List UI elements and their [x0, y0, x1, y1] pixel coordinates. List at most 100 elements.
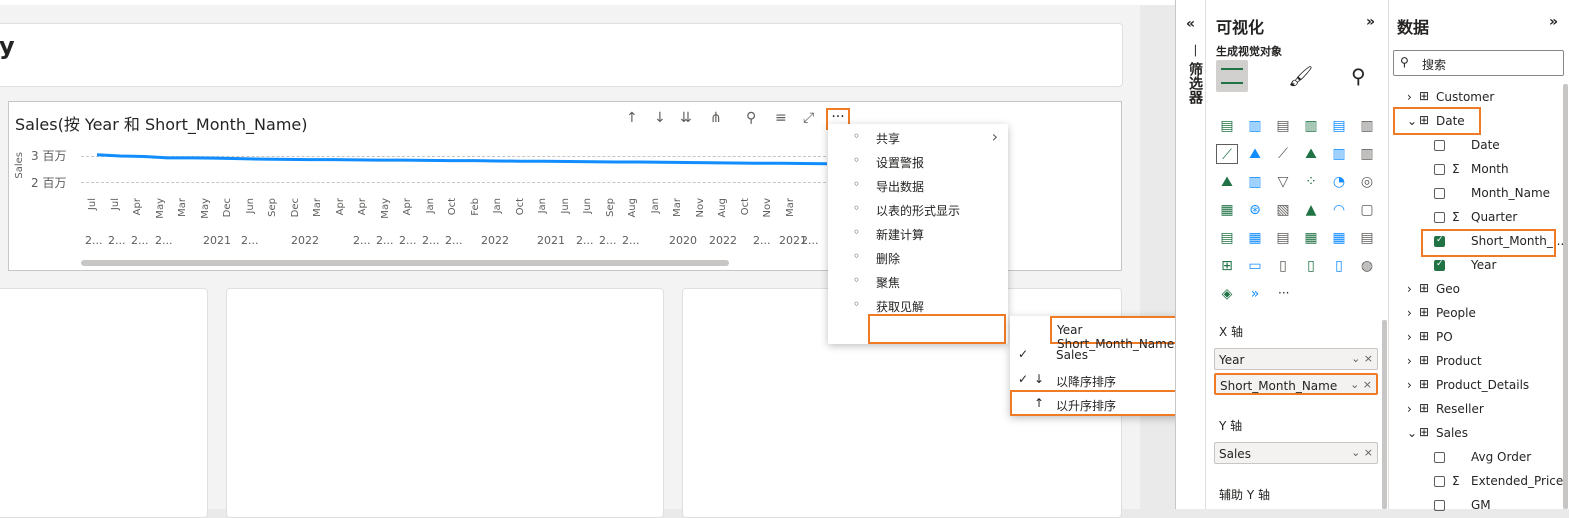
- expand-icon[interactable]: »: [1366, 14, 1375, 30]
- field-checkbox[interactable]: [1434, 188, 1445, 199]
- visual-type-icon[interactable]: ▭: [1244, 256, 1266, 276]
- empty-visual[interactable]: [226, 288, 664, 518]
- chevron-right-icon[interactable]: ›: [1407, 282, 1412, 296]
- search-input[interactable]: 搜索: [1422, 56, 1446, 73]
- visual-type-icon[interactable]: ▧: [1272, 200, 1294, 220]
- remove-field-icon[interactable]: ⌄ ×: [1351, 352, 1373, 365]
- visual-type-icon[interactable]: ▤: [1272, 116, 1294, 136]
- field-checkbox[interactable]: [1434, 164, 1445, 175]
- visual-type-icon[interactable]: ◍: [1356, 256, 1378, 276]
- menu-item-label: 新建计算: [876, 228, 925, 242]
- expand-icon[interactable]: »: [1549, 14, 1558, 30]
- chevron-right-icon[interactable]: ›: [1407, 354, 1412, 368]
- visual-type-icon[interactable]: ▯: [1300, 256, 1322, 276]
- visual-type-icon[interactable]: ⁘: [1300, 172, 1322, 192]
- visual-type-icon[interactable]: ▢: [1356, 200, 1378, 220]
- format-visual-icon[interactable]: 🖌: [1288, 64, 1313, 88]
- visual-type-icon[interactable]: ⊞: [1216, 256, 1238, 276]
- title-card[interactable]: y: [0, 23, 1123, 87]
- sales-sort-option[interactable]: Sales: [1056, 348, 1088, 362]
- remove-field-icon[interactable]: ⌄ ×: [1350, 378, 1372, 391]
- analytics-icon[interactable]: ⚲: [1351, 64, 1366, 88]
- x-axis-field-short-month[interactable]: Short_Month_Name ⌄ ×: [1214, 373, 1378, 395]
- menu-item-5[interactable]: ◦ 删除: [828, 246, 1008, 270]
- field-checkbox[interactable]: [1434, 452, 1445, 463]
- visual-type-icon[interactable]: ⛰: [1244, 144, 1266, 164]
- visual-type-icon[interactable]: ▤: [1216, 228, 1238, 248]
- visual-type-icon[interactable]: ◈: [1216, 284, 1238, 304]
- visual-type-icon[interactable]: ⟋: [1216, 144, 1238, 164]
- visual-type-icon[interactable]: ▦: [1300, 228, 1322, 248]
- empty-visual[interactable]: [0, 288, 208, 518]
- menu-item-label: 设置警报: [876, 156, 925, 170]
- visual-type-icon[interactable]: ⊛: [1244, 200, 1266, 220]
- menu-item-0[interactable]: ◦ 共享 ›: [828, 126, 1008, 150]
- search-box[interactable]: ⚲ 搜索: [1393, 50, 1564, 76]
- visual-type-icon[interactable]: »: [1244, 284, 1266, 304]
- menu-item-4[interactable]: ◦ 新建计算: [828, 222, 1008, 246]
- visual-type-icon[interactable]: ⟋: [1272, 144, 1294, 164]
- sort-descending-option[interactable]: 以降序排序: [1056, 373, 1116, 390]
- visual-type-icon[interactable]: ▤: [1272, 228, 1294, 248]
- field-checkbox[interactable]: [1434, 500, 1445, 511]
- menu-item-2[interactable]: ◦ 导出数据: [828, 174, 1008, 198]
- field-checkbox[interactable]: [1434, 212, 1445, 223]
- visual-type-icon[interactable]: ▤: [1216, 116, 1238, 136]
- visual-type-icon[interactable]: ▽: [1272, 172, 1294, 192]
- search-icon: ⚲: [1400, 55, 1409, 69]
- sort-axis-menu-item-highlight[interactable]: [868, 314, 1006, 344]
- horizontal-scrollbar[interactable]: [81, 260, 729, 266]
- data-scrollbar[interactable]: [1563, 84, 1568, 509]
- visual-type-icon[interactable]: ▥: [1356, 144, 1378, 164]
- chevron-right-icon[interactable]: ›: [1407, 402, 1412, 416]
- x-axis-well-label: X 轴: [1219, 325, 1244, 339]
- field-name: Quarter: [1471, 210, 1518, 224]
- menu-item-6[interactable]: ◦ 聚焦: [828, 270, 1008, 294]
- visual-type-icon[interactable]: ⛰: [1300, 144, 1322, 164]
- chevron-right-icon[interactable]: ›: [1407, 378, 1412, 392]
- chevron-right-icon[interactable]: ›: [1407, 90, 1412, 104]
- visual-type-icon[interactable]: ▥: [1356, 116, 1378, 136]
- more-visuals-icon[interactable]: ···: [1278, 286, 1289, 300]
- table-icon: ⊞: [1419, 401, 1430, 415]
- field-checkbox[interactable]: [1434, 140, 1445, 151]
- visual-type-icon[interactable]: ▤: [1328, 116, 1350, 136]
- y-axis-field-sales[interactable]: Sales ⌄ ×: [1214, 442, 1378, 464]
- collapse-icon[interactable]: «: [1186, 16, 1195, 32]
- field-checkbox[interactable]: [1434, 476, 1445, 487]
- x-axis-field-year[interactable]: Year ⌄ ×: [1214, 348, 1378, 370]
- visual-type-icon[interactable]: ▥: [1328, 144, 1350, 164]
- visual-type-icon[interactable]: ◎: [1356, 172, 1378, 192]
- visual-type-icon[interactable]: ▤: [1356, 228, 1378, 248]
- menu-item-label: 删除: [876, 252, 901, 266]
- build-visual-tab[interactable]: [1216, 60, 1248, 92]
- visual-type-icon[interactable]: ⛰: [1216, 172, 1238, 192]
- menu-item-3[interactable]: ◦ 以表的形式显示: [828, 198, 1008, 222]
- visual-type-icon[interactable]: ▦: [1244, 228, 1266, 248]
- visual-type-icon[interactable]: ◠: [1328, 200, 1350, 220]
- sort-ascending-option[interactable]: ↑ 以升序排序: [1010, 390, 1198, 416]
- viz-scrollbar[interactable]: [1382, 320, 1387, 509]
- x-year-label: 2...: [753, 234, 771, 247]
- visual-type-icon[interactable]: ▥: [1300, 116, 1322, 136]
- x-tick-label: Jan: [537, 198, 548, 214]
- visual-type-icon[interactable]: ▲: [1300, 200, 1322, 220]
- chevron-right-icon[interactable]: ›: [1407, 306, 1412, 320]
- menu-item-1[interactable]: ◦ 设置警报: [828, 150, 1008, 174]
- chevron-right-icon[interactable]: ›: [1407, 330, 1412, 344]
- visual-type-icon[interactable]: ◔: [1328, 172, 1350, 192]
- remove-field-icon[interactable]: ⌄ ×: [1351, 446, 1373, 459]
- visual-type-icon[interactable]: ▥: [1244, 116, 1266, 136]
- x-tick-label: Jan: [424, 198, 436, 214]
- field-checkbox[interactable]: [1434, 259, 1445, 271]
- visual-type-icon[interactable]: ▦: [1216, 200, 1238, 220]
- visual-type-icon[interactable]: ▯: [1328, 256, 1350, 276]
- visual-type-icon[interactable]: ▯: [1272, 256, 1294, 276]
- x-year-label: 2...: [622, 234, 640, 247]
- sales-series-line[interactable]: [96, 153, 828, 166]
- visual-type-icon[interactable]: ▥: [1244, 172, 1266, 192]
- visual-type-icon[interactable]: ▦: [1328, 228, 1350, 248]
- filters-pane[interactable]: « ▕ 筛选器: [1175, 0, 1205, 509]
- field-name: Year: [1471, 258, 1497, 272]
- chevron-down-icon[interactable]: ⌄: [1407, 426, 1417, 440]
